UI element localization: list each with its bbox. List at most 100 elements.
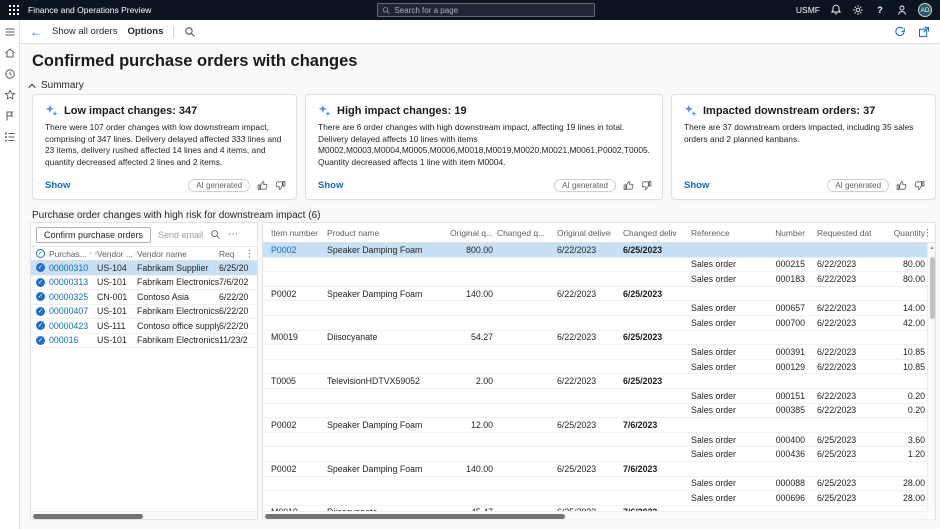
- po-grid-row[interactable]: ✓000016US-101Fabrikam Electronics11/23/2: [31, 334, 257, 349]
- company-selector[interactable]: USMF: [796, 5, 820, 15]
- pin-flag-icon[interactable]: [4, 110, 16, 122]
- app-launcher-icon[interactable]: [8, 4, 20, 16]
- thumbs-down-icon[interactable]: [641, 180, 652, 191]
- person-icon[interactable]: [896, 4, 908, 16]
- thumbs-down-icon[interactable]: [914, 180, 925, 191]
- page-search-input[interactable]: [394, 6, 590, 15]
- row-selector[interactable]: ✓: [31, 278, 49, 287]
- line-grid-row[interactable]: Sales order0007006/22/202342.00: [263, 316, 935, 331]
- item-number[interactable]: P0002: [263, 464, 327, 474]
- line-grid-row[interactable]: Sales order0004366/25/20231.20: [263, 447, 935, 462]
- po-grid-row[interactable]: ✓00000407US-101Fabrikam Electronics6/22/…: [31, 305, 257, 320]
- scrollbar-thumb[interactable]: [265, 514, 565, 519]
- favorites-star-icon[interactable]: [4, 89, 16, 101]
- line-grid-row[interactable]: Sales order0003856/22/20230.20: [263, 404, 935, 419]
- row-selector[interactable]: ✓: [31, 336, 49, 345]
- column-options-icon[interactable]: ⋮: [923, 227, 932, 238]
- item-number[interactable]: M0019: [263, 332, 327, 342]
- open-in-new-window-icon[interactable]: [918, 26, 930, 38]
- column-header-quantity[interactable]: Quantity: [871, 228, 929, 238]
- line-grid-row[interactable]: Sales order0001836/22/202380.00: [263, 272, 935, 287]
- grid-search-icon[interactable]: [210, 229, 221, 240]
- po-grid-row[interactable]: ✓00000325CN-001Contoso Asia6/22/20: [31, 290, 257, 305]
- horizontal-scrollbar[interactable]: [31, 511, 257, 519]
- line-grid-row[interactable]: Sales order0001296/22/202310.85: [263, 360, 935, 375]
- line-grid-row[interactable]: Sales order0006576/22/202314.00: [263, 301, 935, 316]
- workspaces-list-icon[interactable]: [4, 131, 16, 143]
- column-header-original-delivery[interactable]: Original delivery d...: [545, 228, 611, 238]
- home-icon[interactable]: [4, 47, 16, 59]
- actionbar-search-icon[interactable]: [184, 26, 196, 38]
- row-selector[interactable]: ✓: [31, 307, 49, 316]
- thumbs-down-icon[interactable]: [275, 180, 286, 191]
- item-number[interactable]: P0002: [263, 289, 327, 299]
- row-selector[interactable]: ✓: [31, 321, 49, 330]
- po-grid-row[interactable]: ✓00000313US-101Fabrikam Electronics7/6/2…: [31, 276, 257, 291]
- refresh-icon[interactable]: [894, 26, 906, 38]
- line-grid-row[interactable]: Sales order0003916/22/202310.85: [263, 345, 935, 360]
- show-link[interactable]: Show: [318, 180, 343, 191]
- thumbs-up-icon[interactable]: [257, 180, 268, 191]
- po-number-link[interactable]: 00000407: [49, 306, 97, 316]
- column-header-vendor[interactable]: Vendor ...: [97, 249, 137, 259]
- vertical-scrollbar[interactable]: ▲: [927, 243, 935, 511]
- po-number-link[interactable]: 00000325: [49, 292, 97, 302]
- back-arrow-icon[interactable]: ←: [30, 26, 42, 38]
- show-link[interactable]: Show: [684, 180, 709, 191]
- po-number-link[interactable]: 00000313: [49, 277, 97, 287]
- scroll-up-arrow-icon[interactable]: ▲: [928, 245, 936, 251]
- menu-hamburger-icon[interactable]: [4, 26, 16, 38]
- line-grid-row[interactable]: Sales order0000886/25/202328.00: [263, 477, 935, 492]
- column-header-original-qty[interactable]: Original q...: [431, 228, 493, 238]
- row-selector[interactable]: ✓: [31, 292, 49, 301]
- line-grid-row[interactable]: Sales order0001516/22/20230.20: [263, 389, 935, 404]
- row-selector[interactable]: ✓: [31, 263, 49, 272]
- line-grid-row[interactable]: P0002Speaker Damping Foam12.006/25/20237…: [263, 418, 935, 433]
- po-grid-row[interactable]: ✓00000310US-104Fabrikam Supplier6/25/20: [31, 261, 257, 276]
- recent-clock-icon[interactable]: [4, 68, 16, 80]
- column-header-number[interactable]: Number: [757, 228, 805, 238]
- line-grid-row[interactable]: P0002Speaker Damping Foam140.006/25/2023…: [263, 462, 935, 477]
- po-grid-row[interactable]: ✓00000423US-111Contoso office supply6/22…: [31, 319, 257, 334]
- options-menu-button[interactable]: Options: [127, 26, 163, 37]
- column-header-requested-date[interactable]: Requested date: [805, 228, 871, 238]
- column-header-changed-qty[interactable]: Changed q...: [493, 228, 545, 238]
- scrollbar-thumb[interactable]: [930, 257, 935, 319]
- summary-section-toggle[interactable]: Summary: [28, 80, 84, 91]
- column-header-po[interactable]: Purchas...: [49, 249, 97, 259]
- line-grid-row[interactable]: Sales order0006966/25/202328.00: [263, 491, 935, 506]
- item-number[interactable]: P0002: [263, 245, 327, 255]
- confirm-purchase-orders-button[interactable]: Confirm purchase orders: [36, 227, 151, 243]
- user-avatar[interactable]: AD: [918, 3, 932, 17]
- line-grid-row[interactable]: T0005TelevisionHDTVX590522.006/22/20236/…: [263, 374, 935, 389]
- thumbs-up-icon[interactable]: [623, 180, 634, 191]
- column-header-vendor-name[interactable]: Vendor name: [137, 249, 219, 259]
- settings-gear-icon[interactable]: [852, 4, 864, 16]
- page-search-box[interactable]: [377, 3, 595, 17]
- more-options-icon[interactable]: ⋯: [228, 230, 238, 240]
- thumbs-up-icon[interactable]: [896, 180, 907, 191]
- po-number-link[interactable]: 00000310: [49, 263, 97, 273]
- horizontal-scrollbar[interactable]: [263, 511, 927, 519]
- show-link[interactable]: Show: [45, 180, 70, 191]
- notifications-bell-icon[interactable]: [830, 4, 842, 16]
- show-all-orders-button[interactable]: Show all orders: [52, 26, 117, 37]
- item-number[interactable]: T0005: [263, 376, 327, 386]
- column-header-product-name[interactable]: Product name: [327, 228, 431, 238]
- line-grid-row[interactable]: P0002Speaker Damping Foam140.006/22/2023…: [263, 287, 935, 302]
- send-email-button[interactable]: Send email: [158, 230, 203, 240]
- line-grid-row[interactable]: Sales order0002156/22/202380.00: [263, 258, 935, 273]
- column-header-changed-delivery[interactable]: Changed delivery d...: [611, 228, 677, 238]
- item-number[interactable]: P0002: [263, 420, 327, 430]
- po-number-link[interactable]: 000016: [49, 335, 97, 345]
- column-header-reference[interactable]: Reference: [677, 228, 757, 238]
- scrollbar-thumb[interactable]: [33, 514, 143, 519]
- line-grid-row[interactable]: Sales order0004006/25/20233.60: [263, 433, 935, 448]
- column-options-icon[interactable]: ⋮: [245, 248, 254, 259]
- line-grid-row[interactable]: P0002Speaker Damping Foam800.006/22/2023…: [263, 243, 935, 258]
- line-grid-row[interactable]: M0019Diisocyanate54.276/22/20236/25/2023: [263, 331, 935, 346]
- po-number-link[interactable]: 00000423: [49, 321, 97, 331]
- select-all-checkbox[interactable]: ✓: [31, 249, 49, 258]
- column-header-item-number[interactable]: Item number: [263, 228, 327, 238]
- help-icon[interactable]: ?: [874, 4, 886, 16]
